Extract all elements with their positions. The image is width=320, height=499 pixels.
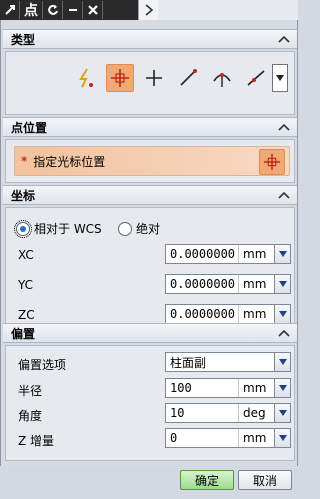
dialog-title: 点 — [20, 1, 43, 19]
radius-unit: mm — [238, 379, 274, 397]
section-header-offset[interactable]: 偏置 — [3, 323, 297, 343]
radio-dot[interactable] — [14, 219, 32, 238]
z-delta-value[interactable]: 0 — [166, 431, 238, 445]
ok-button[interactable]: 确定 — [180, 470, 234, 490]
section-label-offset: 偏置 — [11, 326, 36, 341]
title-bar: 点 — [0, 0, 298, 20]
radius-field[interactable]: 100 mm — [165, 378, 291, 398]
angle-unit: deg — [238, 404, 274, 422]
xc-unit: mm — [238, 245, 274, 263]
zc-value[interactable]: 0.0000000 — [166, 307, 238, 321]
end-point-icon[interactable] — [174, 64, 202, 92]
chevron-down-icon — [278, 410, 287, 416]
zc-label: ZC — [18, 308, 35, 322]
yc-unit: mm — [238, 275, 274, 293]
radio-label: 相对于 WCS — [34, 222, 102, 236]
zc-unit: mm — [238, 305, 274, 323]
specify-cursor-location-row[interactable]: * 指定光标位置 — [14, 146, 290, 176]
yc-dropdown-button[interactable] — [274, 275, 290, 293]
radio-dot[interactable] — [118, 221, 132, 236]
section-label-coordinates: 坐标 — [11, 188, 36, 203]
xc-value[interactable]: 0.0000000 — [166, 247, 238, 261]
offset-option-select[interactable]: 柱面副 — [165, 352, 291, 372]
chevron-down-icon — [278, 251, 287, 257]
z-delta-label: Z 增量 — [18, 434, 55, 448]
radio-label: 绝对 — [136, 222, 161, 236]
z-delta-unit: mm — [238, 429, 274, 447]
angle-label: 角度 — [18, 409, 43, 423]
section-header-point-position[interactable]: 点位置 — [3, 117, 297, 137]
point-cursor-location-icon[interactable] — [106, 64, 134, 92]
chevron-down-icon — [278, 359, 287, 365]
coordinates-panel: 相对于 WCS 绝对 XC 0.0000000 mm YC 0.0000000 … — [5, 207, 295, 339]
xc-dropdown-button[interactable] — [274, 245, 290, 263]
collapse-icon[interactable] — [277, 32, 291, 46]
collapse-icon[interactable] — [277, 188, 291, 202]
point-dialog-button[interactable] — [259, 149, 285, 175]
radius-label: 半径 — [18, 384, 43, 398]
collapse-icon[interactable] — [277, 120, 291, 134]
point-cursor-location-icon — [263, 153, 281, 171]
reset-icon[interactable] — [43, 1, 63, 19]
zc-dropdown-button[interactable] — [274, 305, 290, 323]
point-position-panel: * 指定光标位置 — [5, 139, 295, 183]
inferred-point-icon[interactable] — [72, 64, 100, 92]
radio-relative-wcs[interactable]: 相对于 WCS — [14, 219, 102, 238]
angle-value[interactable]: 10 — [166, 406, 238, 420]
zc-field[interactable]: 0.0000000 mm — [165, 304, 291, 324]
chevron-down-icon — [278, 385, 287, 391]
chevron-down-icon — [278, 311, 287, 317]
section-header-type[interactable]: 类型 — [3, 29, 297, 49]
z-delta-dropdown-button[interactable] — [274, 429, 290, 447]
dialog-icon — [0, 1, 20, 19]
required-mark: * — [21, 154, 28, 168]
close-icon[interactable] — [83, 1, 103, 19]
section-header-coordinates[interactable]: 坐标 — [3, 185, 297, 205]
offset-option-value[interactable]: 柱面副 — [166, 354, 274, 371]
chevron-down-icon — [278, 435, 287, 441]
radio-absolute[interactable]: 绝对 — [118, 220, 160, 237]
section-label-type: 类型 — [11, 32, 36, 47]
radius-dropdown-button[interactable] — [274, 379, 290, 397]
type-panel — [5, 51, 295, 115]
specify-cursor-location-label: 指定光标位置 — [33, 154, 106, 169]
angle-field[interactable]: 10 deg — [165, 403, 291, 423]
control-point-icon[interactable] — [208, 64, 236, 92]
offset-option-label: 偏置选项 — [18, 358, 67, 372]
angle-dropdown-button[interactable] — [274, 404, 290, 422]
existing-point-icon[interactable] — [140, 64, 168, 92]
chevron-down-icon — [278, 281, 287, 287]
yc-value[interactable]: 0.0000000 — [166, 277, 238, 291]
cancel-button[interactable]: 取消 — [238, 470, 292, 490]
z-delta-field[interactable]: 0 mm — [165, 428, 291, 448]
xc-field[interactable]: 0.0000000 mm — [165, 244, 291, 264]
offset-panel: 偏置选项 柱面副 半径 100 mm 角度 10 deg Z 增量 0 mm — [5, 345, 295, 461]
type-dropdown-button[interactable] — [272, 64, 288, 92]
title-bar-blank — [140, 0, 298, 20]
point-type-icons — [72, 64, 270, 92]
section-label-point-position: 点位置 — [11, 120, 48, 135]
minimize-icon[interactable] — [63, 1, 83, 19]
chevron-right-icon[interactable] — [138, 0, 158, 20]
intersection-point-icon[interactable] — [242, 64, 270, 92]
yc-field[interactable]: 0.0000000 mm — [165, 274, 291, 294]
radius-value[interactable]: 100 — [166, 381, 238, 395]
dialog-body: 类型 点位置 * 指定光标位置 坐标 相对于 WCS 绝对 XC 0.00000… — [0, 20, 298, 466]
xc-label: XC — [18, 248, 34, 262]
offset-option-dropdown[interactable] — [274, 353, 290, 371]
yc-label: YC — [18, 278, 34, 292]
collapse-icon[interactable] — [277, 326, 291, 340]
